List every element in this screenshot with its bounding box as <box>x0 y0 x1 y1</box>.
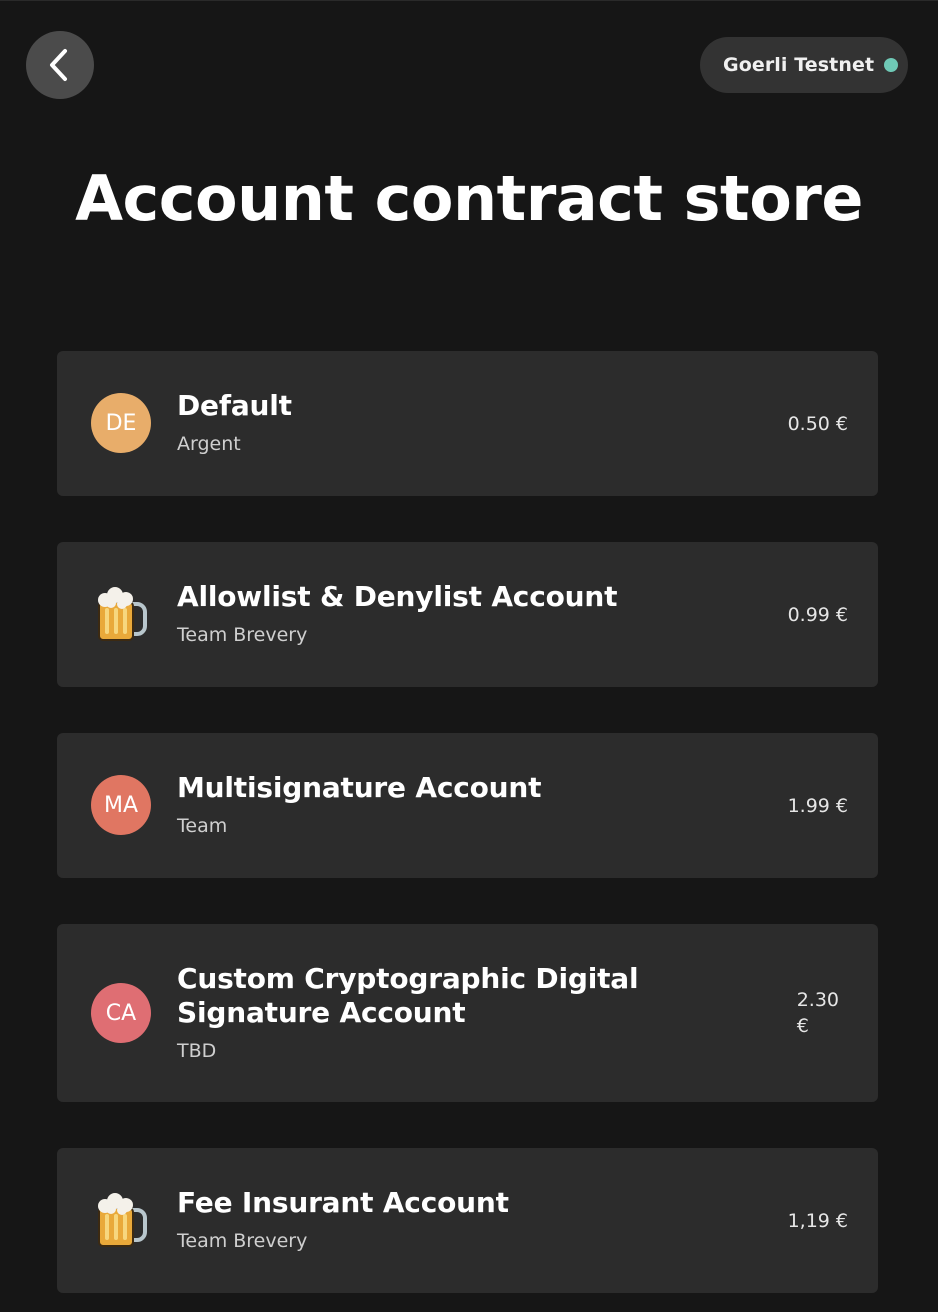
avatar: CA <box>91 983 151 1043</box>
network-status-dot <box>884 58 899 72</box>
account-name: Allowlist & Denylist Account <box>177 580 618 613</box>
account-author: Team Brevery <box>177 624 308 646</box>
account-card-default[interactable]: DE Default Argent 0.50 € <box>57 351 878 496</box>
account-price: 1.99 € <box>787 795 848 817</box>
account-price: 1,19 € <box>787 1210 848 1232</box>
account-info: Fee Insurant Account Team Brevery <box>177 1186 509 1253</box>
account-price: 0.99 € <box>787 604 848 626</box>
beer-mug-icon <box>91 584 151 644</box>
account-name: Custom Cryptographic Digital Signature A… <box>177 962 639 1029</box>
account-name: Default <box>177 389 292 422</box>
network-selector[interactable]: Goerli Testnet <box>700 37 908 93</box>
account-info: Multisignature Account Team <box>177 771 542 838</box>
avatar: MA <box>91 775 151 835</box>
page-title: Account contract store <box>75 162 863 235</box>
account-author: TBD <box>177 1040 217 1062</box>
back-button[interactable] <box>26 31 94 99</box>
account-card-fee-insurant[interactable]: Fee Insurant Account Team Brevery 1,19 € <box>57 1148 878 1293</box>
account-info: Default Argent <box>177 389 292 456</box>
account-price: 2.30 € <box>797 987 839 1039</box>
account-info: Allowlist & Denylist Account Team Brever… <box>177 580 617 647</box>
network-label: Goerli Testnet <box>723 54 875 76</box>
account-card-multisignature[interactable]: MA Multisignature Account Team 1.99 € <box>57 733 878 878</box>
app-screen: Goerli Testnet Account contract store DE… <box>0 0 938 1312</box>
avatar: DE <box>91 393 151 453</box>
account-card-custom-cryptographic[interactable]: CA Custom Cryptographic Digital Signatur… <box>57 924 878 1102</box>
account-name: Fee Insurant Account <box>177 1186 509 1219</box>
account-card-allowlist-denylist[interactable]: Allowlist & Denylist Account Team Brever… <box>57 542 878 687</box>
account-price-amount: 2.30 <box>796 989 839 1011</box>
account-price: 0.50 € <box>787 413 848 435</box>
chevron-left-icon <box>50 49 67 81</box>
account-info: Custom Cryptographic Digital Signature A… <box>177 962 787 1063</box>
account-author: Team Brevery <box>177 1230 308 1252</box>
account-list: DE Default Argent 0.50 € Allowlist & Den… <box>57 351 878 1293</box>
account-name: Multisignature Account <box>177 771 542 804</box>
account-price-currency: € <box>796 1015 809 1037</box>
account-author: Team <box>177 815 228 837</box>
beer-mug-icon <box>91 1190 151 1250</box>
account-author: Argent <box>177 433 241 455</box>
